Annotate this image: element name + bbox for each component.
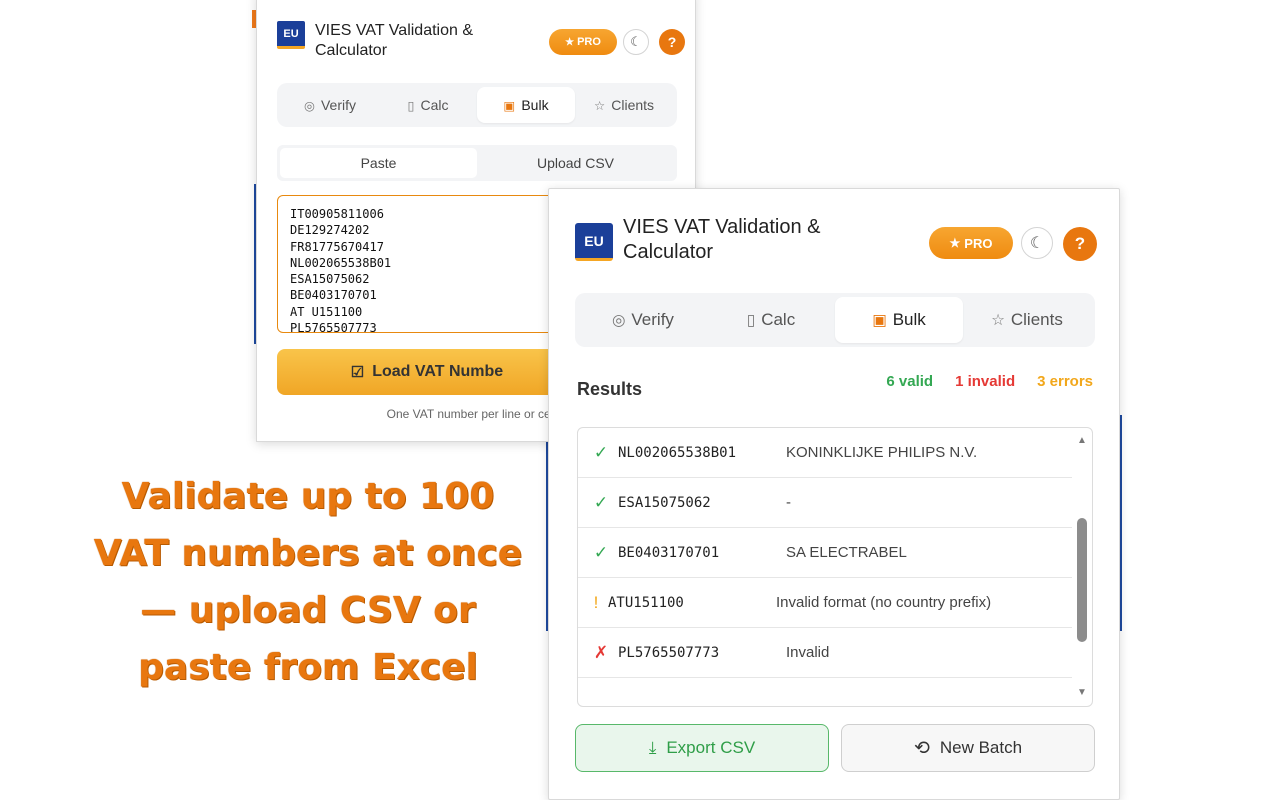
app-title: VIES VAT Validation & Calculator [623,216,821,263]
star-icon: ★ [949,236,961,250]
tab-calc[interactable]: ▯ Calc [379,87,477,123]
tab-calc-label: Calc [761,310,796,329]
new-batch-button[interactable]: ⟲ New Batch [841,724,1095,772]
input-mode-tabs: Paste Upload CSV [277,145,677,181]
table-row[interactable]: ✗ PL5765507773 Invalid [578,628,1072,678]
company-name: SA ELECTRABEL [786,544,907,561]
tab-clients-label: Clients [611,97,655,113]
results-list[interactable]: ✓ NL002065538B01 KONINKLIJKE PHILIPS N.V… [577,427,1093,707]
warning-icon: ! [593,592,599,612]
invalid-cross-icon: ✗ [593,642,609,662]
pro-button[interactable]: ★ PRO [549,29,617,55]
table-row[interactable]: ✓ ESA15075062 - [578,478,1072,528]
valid-count: 6 valid [886,373,934,390]
subtab-upload-csv[interactable]: Upload CSV [477,148,674,178]
tab-bulk[interactable]: ▣ Bulk [835,297,963,343]
extension-popup-results: EU VIES VAT Validation & Calculator ★ PRO… [548,188,1120,800]
theme-toggle-button[interactable]: ☾ [1021,227,1053,259]
company-name: Invalid format (no country prefix) [776,594,992,611]
invalid-count: 1 invalid [955,373,1016,390]
vat-numbers-textarea[interactable]: IT00905811006 DE129274202 FR81775670417 … [277,195,577,333]
vat-number: PL5765507773 [618,644,720,661]
check-circle-icon: ◎ [303,98,315,113]
new-batch-label: New Batch [939,738,1023,757]
valid-check-icon: ✓ [593,492,609,512]
tab-clients-label: Clients [1010,310,1063,329]
main-tabs: ◎ Verify ▯ Calc ▣ Bulk ☆ Clients [575,293,1095,347]
tab-clients[interactable]: ☆ Clients [963,297,1091,343]
help-button[interactable]: ? [1063,227,1097,261]
tab-calc[interactable]: ▯ Calc [707,297,835,343]
scroll-up-arrow-icon[interactable]: ▲ [1076,436,1088,446]
tab-bulk-label: Bulk [892,310,926,329]
calculator-icon: ▯ [407,98,415,113]
tab-bulk[interactable]: ▣ Bulk [477,87,575,123]
error-count: 3 errors [1037,373,1093,390]
table-row[interactable]: ✓ NL002065538B01 KONINKLIJKE PHILIPS N.V… [578,428,1072,478]
valid-check-icon: ✓ [593,542,609,562]
checkbox-icon: ☑ [350,364,365,381]
subtab-paste[interactable]: Paste [280,148,477,178]
file-icon: ▣ [872,311,887,329]
tab-verify-label: Verify [631,310,674,329]
tab-verify-label: Verify [320,97,356,113]
star-icon: ★ [565,36,575,48]
table-row[interactable]: ✓ BE0403170701 SA ELECTRABEL [578,528,1072,578]
valid-check-icon: ✓ [593,442,609,462]
result-counts: 6 valid 1 invalid 3 errors [886,373,1093,390]
results-heading: Results [577,379,643,399]
vat-number: ATU151100 [608,594,684,611]
app-title: VIES VAT Validation & Calculator [315,22,474,59]
scrollbar-thumb[interactable] [1077,518,1087,642]
file-icon: ▣ [503,98,516,113]
calculator-icon: ▯ [746,311,756,329]
load-button-label: Load VAT Numbe [372,363,504,380]
star-outline-icon: ☆ [593,98,606,113]
check-circle-icon: ◎ [612,311,626,329]
vat-number: ESA15075062 [618,494,711,511]
results-scrollbar[interactable]: ▲ ▼ [1076,436,1088,698]
vat-number: NL002065538B01 [618,444,737,461]
tab-verify[interactable]: ◎ Verify [281,87,379,123]
eu-logo-icon: EU [277,21,305,49]
moon-icon: ☾ [630,34,642,49]
load-vat-numbers-button[interactable]: ☑ Load VAT Numbe [277,349,577,395]
star-outline-icon: ☆ [991,311,1005,329]
help-button[interactable]: ? [659,29,685,55]
moon-icon: ☾ [1029,235,1045,252]
vat-number: BE0403170701 [618,544,720,561]
tab-verify[interactable]: ◎ Verify [579,297,707,343]
pro-label: PRO [964,235,993,251]
tab-clients[interactable]: ☆ Clients [575,87,673,123]
pro-label: PRO [577,36,601,48]
refresh-icon: ⟲ [913,737,930,759]
tab-bulk-label: Bulk [521,97,549,113]
eu-logo-icon: EU [575,223,613,261]
scroll-down-arrow-icon[interactable]: ▼ [1076,688,1088,698]
download-icon: ⤓ [648,738,657,757]
theme-toggle-button[interactable]: ☾ [623,29,649,55]
export-csv-label: Export CSV [666,738,756,757]
tab-calc-label: Calc [420,97,449,113]
pro-button[interactable]: ★ PRO [929,227,1013,259]
marketing-headline: Validate up to 100 VAT numbers at once —… [93,476,523,688]
company-name: - [786,494,791,511]
table-row[interactable]: ! ATU151100 Invalid format (no country p… [578,578,1072,628]
export-csv-button[interactable]: ⤓ Export CSV [575,724,829,772]
company-name: Invalid [786,644,830,661]
company-name: KONINKLIJKE PHILIPS N.V. [786,444,978,461]
main-tabs: ◎ Verify ▯ Calc ▣ Bulk ☆ Clients [277,83,677,127]
